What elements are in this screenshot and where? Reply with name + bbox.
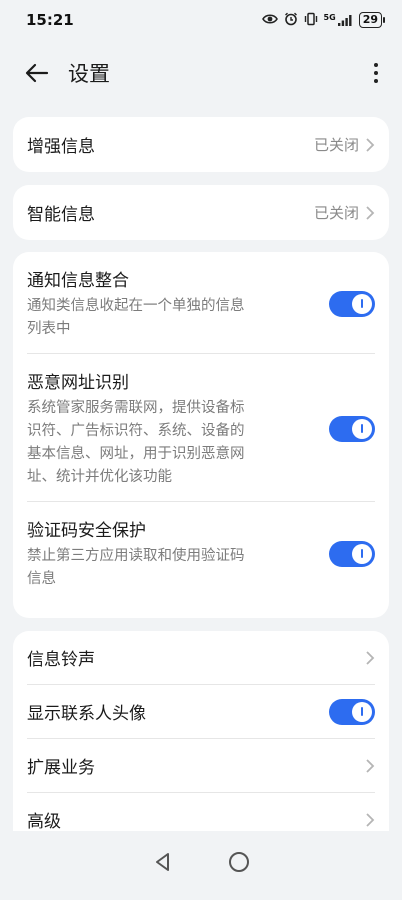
status-icons: 5G 29 [261,12,386,29]
verification-code-label: 验证码安全保护 [27,521,146,541]
notification-merge-label: 通知信息整合 [27,271,129,291]
enhanced-info-card[interactable]: 增强信息 已关闭 [13,117,389,172]
status-bar: 15:21 5G 29 [0,0,402,40]
enhanced-info-label: 增强信息 [27,137,95,157]
chevron-right-icon [366,758,375,773]
show-avatar-row[interactable]: 显示联系人头像 [27,685,375,738]
verification-code-desc: 禁止第三方应用读取和使用验证码 信息 [27,548,245,587]
chevron-right-icon [366,137,375,152]
notification-merge-toggle[interactable] [329,290,375,317]
chevron-right-icon [366,812,375,827]
show-avatar-label: 显示联系人头像 [27,704,146,724]
smart-info-card[interactable]: 智能信息 已关闭 [13,185,389,240]
ringtone-label: 信息铃声 [27,650,95,670]
title-bar: 设置 [0,40,402,106]
toggle-settings-card: 通知信息整合 通知类信息收起在一个单独的信息 列表中 恶意网址识别 系统管家服务… [13,252,389,618]
smart-info-label: 智能信息 [27,205,95,225]
arrow-left-icon[interactable] [22,58,52,88]
setting-row[interactable]: 恶意网址识别 系统管家服务需联网，提供设备标 识符、广告标识符、系统、设备的 基… [27,354,375,501]
status-time: 15:21 [26,11,74,29]
eye-icon [261,13,278,28]
extended-services-label: 扩展业务 [27,758,95,778]
enhanced-info-status: 已关闭 [313,136,359,154]
more-vertical-icon[interactable] [364,58,388,88]
signal-icon: 5G [324,14,353,26]
advanced-label: 高级 [27,812,61,831]
nav-home-icon[interactable] [229,852,249,872]
malicious-url-toggle[interactable] [329,415,375,442]
setting-row[interactable]: 验证码安全保护 禁止第三方应用读取和使用验证码 信息 [27,502,375,603]
page-title: 设置 [68,62,110,86]
network-type: 5G [323,13,336,22]
ringtone-row[interactable]: 信息铃声 [27,631,375,684]
chevron-right-icon [366,650,375,665]
show-avatar-toggle[interactable] [329,698,375,725]
verification-code-toggle[interactable] [329,540,375,567]
vibrate-icon [304,12,318,29]
misc-settings-card: 信息铃声 显示联系人头像 扩展业务 高级 [13,631,389,831]
battery-icon: 29 [358,12,386,28]
smart-info-status: 已关闭 [313,204,359,222]
malicious-url-label: 恶意网址识别 [27,373,129,393]
alarm-icon [284,12,298,29]
advanced-row[interactable]: 高级 [27,793,375,831]
nav-back-icon[interactable] [153,852,173,872]
extended-services-row[interactable]: 扩展业务 [27,739,375,792]
system-nav-bar [0,832,402,892]
notification-merge-desc: 通知类信息收起在一个单独的信息 列表中 [27,298,245,337]
malicious-url-desc: 系统管家服务需联网，提供设备标 识符、广告标识符、系统、设备的 基本信息、网址，… [27,400,245,485]
chevron-right-icon [366,205,375,220]
setting-row[interactable]: 通知信息整合 通知类信息收起在一个单独的信息 列表中 [27,252,375,353]
